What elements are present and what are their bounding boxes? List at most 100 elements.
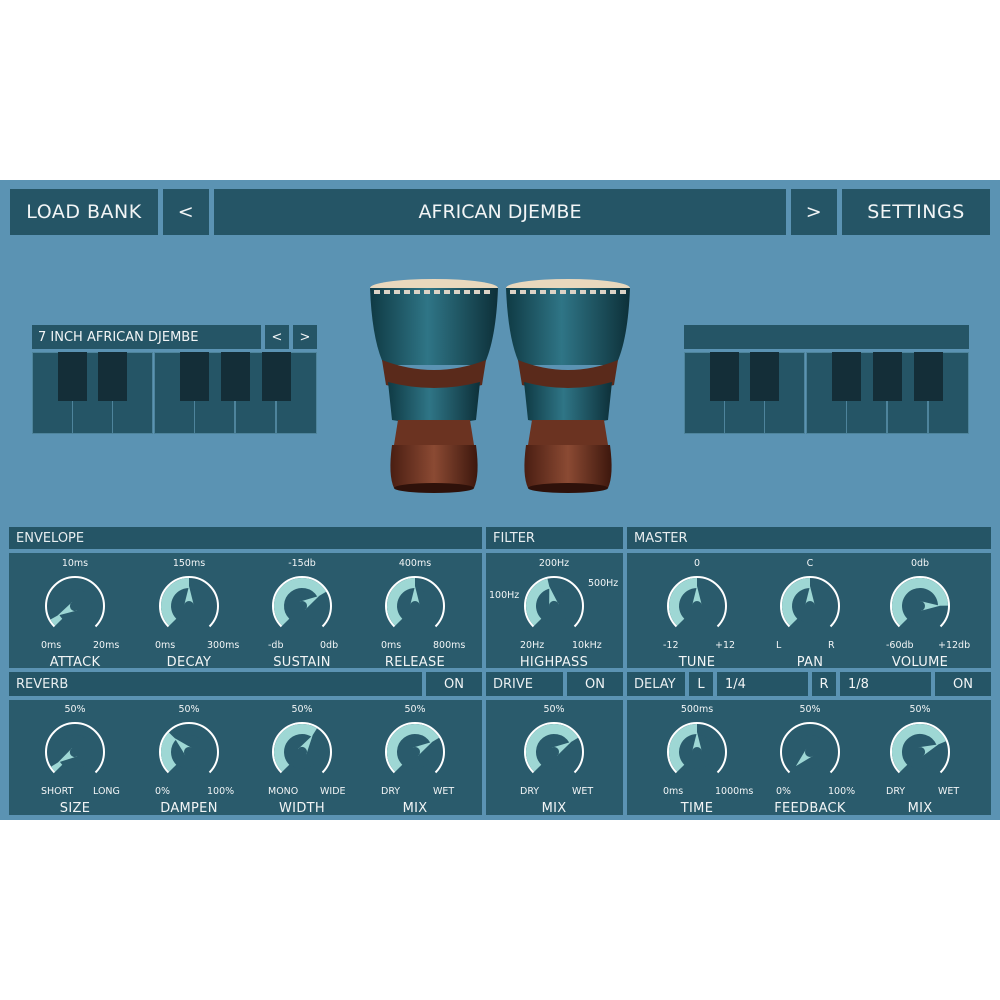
knob-max-label: +12db xyxy=(938,640,971,651)
black-key[interactable] xyxy=(750,352,779,401)
black-key[interactable] xyxy=(873,352,902,401)
knob-dial[interactable] xyxy=(43,720,107,784)
knob-volume[interactable]: 0db -60db +12db VOLUME xyxy=(870,558,971,670)
load-bank-button[interactable]: LOAD BANK xyxy=(10,189,158,235)
knob-name-label: FEEDBACK xyxy=(774,801,846,816)
black-key[interactable] xyxy=(710,352,739,401)
knob-mix-rev[interactable]: 50% DRY WET MIX xyxy=(365,704,465,816)
knob-body xyxy=(285,589,319,623)
bank-name-display: AFRICAN DJEMBE xyxy=(214,189,786,235)
knob-size[interactable]: 50% SHORT LONG SIZE xyxy=(25,704,125,816)
knob-dial[interactable] xyxy=(522,720,586,784)
settings-button[interactable]: SETTINGS xyxy=(842,189,990,235)
master-header: MASTER xyxy=(627,527,991,549)
knob-dial[interactable] xyxy=(383,720,447,784)
knob-release[interactable]: 400ms 0ms 800ms RELEASE xyxy=(365,558,466,670)
knob-dial[interactable] xyxy=(888,720,952,784)
knob-max-label: LONG xyxy=(93,786,120,797)
knob-max-label: 100% xyxy=(207,786,235,797)
drum-right xyxy=(506,279,630,493)
delay-left-label: L xyxy=(689,672,713,696)
knob-width[interactable]: 50% MONO WIDE WIDTH xyxy=(252,704,352,816)
knob-value-label: 400ms xyxy=(398,558,432,569)
knob-tune[interactable]: 0 -12 +12 TUNE xyxy=(647,558,747,670)
knob-pan[interactable]: C L R PAN xyxy=(760,558,860,670)
knob-min-label: -12 xyxy=(663,640,679,651)
knob-dial[interactable] xyxy=(157,720,221,784)
knob-mix-delay[interactable]: 50% DRY WET MIX xyxy=(870,704,970,816)
knob-dial[interactable] xyxy=(43,574,107,638)
knob-value-label: 200Hz xyxy=(538,558,570,569)
knob-min-label: 0% xyxy=(155,786,171,797)
knob-value-band xyxy=(50,614,63,626)
knob-mix-drive[interactable]: 50% DRY WET MIX xyxy=(504,704,604,816)
knob-dial[interactable] xyxy=(270,720,334,784)
knob-name-label: TUNE xyxy=(678,655,716,670)
delay-on-toggle[interactable]: ON xyxy=(935,672,991,696)
knob-value-label: 50% xyxy=(909,704,931,715)
knob-dampen[interactable]: 50% 0% 100% DAMPEN xyxy=(139,704,239,816)
black-key[interactable] xyxy=(98,352,127,401)
black-key[interactable] xyxy=(914,352,943,401)
knob-dial[interactable] xyxy=(157,574,221,638)
knob-max-label: 300ms xyxy=(207,640,240,651)
filter-header: FILTER xyxy=(486,527,623,549)
instrument-name-display: 7 INCH AFRICAN DJEMBE xyxy=(32,325,261,349)
knob-value-label: 50% xyxy=(291,704,313,715)
knob-value-band xyxy=(51,761,63,772)
knob-dial[interactable] xyxy=(383,574,447,638)
black-key[interactable] xyxy=(832,352,861,401)
drive-on-toggle[interactable]: ON xyxy=(567,672,623,696)
black-key[interactable] xyxy=(221,352,250,401)
reverb-on-toggle[interactable]: ON xyxy=(426,672,482,696)
knob-min-label: DRY xyxy=(520,786,540,797)
knob-max-label: WET xyxy=(433,786,455,797)
knob-dial[interactable] xyxy=(888,574,952,638)
knob-body xyxy=(537,735,571,769)
knob-max-label: +12 xyxy=(715,640,736,651)
drum-left xyxy=(370,279,498,493)
knob-highpass[interactable]: 200Hz 20Hz 10kHz 100Hz 500Hz HIGHPASS xyxy=(489,558,618,670)
knob-min-label: 0ms xyxy=(155,640,176,651)
knob-attack[interactable]: 10ms 0ms 20ms ATTACK xyxy=(25,558,125,670)
knob-dial[interactable] xyxy=(778,574,842,638)
envelope-header: ENVELOPE xyxy=(9,527,482,549)
knob-name-label: SIZE xyxy=(59,801,91,816)
knob-max-label: 20ms xyxy=(93,640,120,651)
knob-value-label: -15db xyxy=(288,558,316,569)
knob-body xyxy=(58,589,92,623)
next-bank-button[interactable]: > xyxy=(791,189,837,235)
knob-value-label: 50% xyxy=(404,704,426,715)
knob-name-label: VOLUME xyxy=(891,655,949,670)
knob-name-label: HIGHPASS xyxy=(519,655,589,670)
prev-instrument-button[interactable]: < xyxy=(265,325,289,349)
knob-dial[interactable] xyxy=(778,720,842,784)
knob-dial[interactable] xyxy=(270,574,334,638)
delay-left-time-select[interactable]: 1/4 xyxy=(717,672,808,696)
knob-value-label: 50% xyxy=(64,704,86,715)
knob-max-label: WET xyxy=(938,786,960,797)
delay-header: DELAY xyxy=(627,672,685,696)
knob-value-label: 50% xyxy=(799,704,821,715)
knob-name-label: MIX xyxy=(907,801,933,816)
knob-dial[interactable] xyxy=(665,574,729,638)
knob-dial[interactable] xyxy=(522,574,586,638)
knob-decay[interactable]: 150ms 0ms 300ms DECAY xyxy=(139,558,240,670)
knob-value-label: 150ms xyxy=(172,558,206,569)
knob-max-label: 800ms xyxy=(433,640,466,651)
knob-sustain[interactable]: -15db -db 0db SUSTAIN xyxy=(252,558,352,670)
delay-right-time-select[interactable]: 1/8 xyxy=(840,672,931,696)
next-instrument-button[interactable]: > xyxy=(293,325,317,349)
knob-name-label: SUSTAIN xyxy=(273,655,331,670)
knob-name-label: WIDTH xyxy=(279,801,325,816)
knob-name-label: DAMPEN xyxy=(160,801,218,816)
knob-time[interactable]: 500ms 0ms 1000ms TIME xyxy=(647,704,753,816)
black-key[interactable] xyxy=(58,352,87,401)
knob-feedback[interactable]: 50% 0% 100% FEEDBACK xyxy=(760,704,860,816)
knob-value-label: 0 xyxy=(693,558,701,569)
knob-value-label: 0db xyxy=(910,558,930,569)
knob-dial[interactable] xyxy=(665,720,729,784)
black-key[interactable] xyxy=(180,352,209,401)
prev-bank-button[interactable]: < xyxy=(163,189,209,235)
black-key[interactable] xyxy=(262,352,291,401)
